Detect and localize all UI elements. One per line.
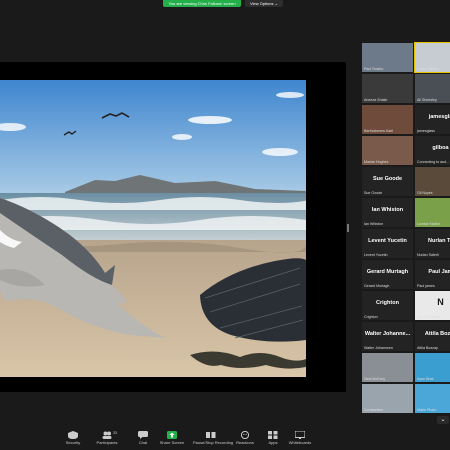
participant-display-name: Sue Goode bbox=[372, 176, 403, 182]
participant-display-name: Crighton bbox=[376, 300, 399, 306]
participant-caption: Aneeza Shakir bbox=[364, 98, 388, 102]
participant-caption: Marian Hughes bbox=[364, 160, 389, 164]
participant-tile[interactable]: Sue Goode Sue Goode bbox=[362, 167, 413, 196]
participant-caption: Ali Sheesley bbox=[417, 98, 437, 102]
meeting-toolbar: Security Participants 33 Chat Share Screen Pa… bbox=[0, 428, 450, 450]
participant-display-name: Levent Yucetin bbox=[368, 238, 407, 244]
participant-tile[interactable]: N Neil O'Mullane bbox=[415, 291, 450, 320]
security-button[interactable]: Security bbox=[55, 431, 91, 449]
participant-caption: Gerard Murtagh bbox=[364, 284, 390, 288]
panel-resize-handle[interactable] bbox=[347, 224, 349, 232]
screen-share-banner[interactable]: You are viewing Chris Fallows' screen bbox=[163, 0, 241, 7]
view-options-button[interactable]: View Options ⌄ bbox=[245, 0, 283, 7]
security-label: Security bbox=[65, 440, 81, 445]
whiteboards-button[interactable]: Whiteboards bbox=[282, 431, 318, 449]
shared-shark-photo bbox=[0, 80, 306, 377]
participant-caption: Crighton bbox=[364, 315, 378, 319]
participant-count-badge: 33 bbox=[113, 431, 117, 435]
participant-tile[interactable]: jamesgla jamesglass bbox=[415, 105, 450, 134]
participant-display-name: jamesgla bbox=[428, 114, 450, 120]
participant-caption: Connecting to aud... bbox=[417, 160, 450, 164]
gallery-scroll-down-button[interactable]: ⌄ bbox=[437, 416, 449, 424]
participant-tile[interactable]: Ali Sheesley bbox=[415, 74, 450, 103]
participant-tile[interactable]: Crighton Crighton bbox=[362, 291, 413, 320]
participant-caption: London Native bbox=[417, 222, 441, 226]
participant-display-name: Walter Johanne... bbox=[364, 331, 411, 337]
participant-tile[interactable]: London Native bbox=[415, 198, 450, 227]
participants-label: Participants bbox=[96, 440, 118, 445]
participant-tile[interactable]: Attila Bozza Attila Bozzay bbox=[415, 322, 450, 351]
participant-display-name: Gerard Murtagh bbox=[366, 269, 409, 275]
participant-caption: Neal McEvoy bbox=[364, 377, 386, 381]
participant-tile[interactable]: Bartholomew Kael bbox=[362, 105, 413, 134]
chat-icon bbox=[138, 431, 148, 439]
participant-caption: Chris Fallows bbox=[417, 67, 439, 71]
participant-tile[interactable]: Neal McEvoy bbox=[362, 353, 413, 382]
reaction-icon bbox=[240, 431, 250, 439]
participant-caption: Marie Pham bbox=[417, 408, 437, 412]
participant-caption: Ian Whiston bbox=[364, 222, 383, 226]
shield-icon bbox=[68, 431, 78, 439]
participant-display-name: gilboa bbox=[432, 145, 449, 151]
participant-tile[interactable]: Walter Johanne... Walter Johannsen bbox=[362, 322, 413, 351]
participant-tile[interactable]: Gerard Murtagh Gerard Murtagh bbox=[362, 260, 413, 289]
participant-caption: Attila Bozzay bbox=[417, 346, 438, 350]
participant-tile[interactable]: Aneeza Shakir bbox=[362, 74, 413, 103]
participant-caption: Levent Yucetin bbox=[364, 253, 388, 257]
record-icon bbox=[206, 432, 216, 438]
participant-tile[interactable]: Levent Yucetin Levent Yucetin bbox=[362, 229, 413, 258]
participant-display-name: N bbox=[437, 297, 444, 307]
participant-caption: Ayon Bhat bbox=[417, 377, 434, 381]
participant-tile[interactable]: Marian Hughes bbox=[362, 136, 413, 165]
participant-display-name: Nurlan Ta bbox=[428, 238, 450, 244]
share-screen-icon bbox=[167, 431, 177, 439]
participant-display-name: Paul Jam bbox=[428, 269, 450, 275]
participant-caption: Bartholomew Kael bbox=[364, 129, 394, 133]
participant-tile[interactable]: Constantine bbox=[362, 384, 413, 413]
participant-tile[interactable]: Nurlan Ta Nurlan Saferli bbox=[415, 229, 450, 258]
participant-caption: Nurlan Saferli bbox=[417, 253, 439, 257]
participant-tile[interactable]: Ian Whiston Ian Whiston bbox=[362, 198, 413, 227]
whiteboard-icon bbox=[295, 431, 305, 439]
participants-button[interactable]: Participants 33 bbox=[89, 431, 125, 449]
participant-tile[interactable]: Ayon Bhat bbox=[415, 353, 450, 382]
participant-tile[interactable]: Paul Rowbo bbox=[362, 43, 413, 72]
participant-caption: Constantine bbox=[364, 408, 384, 412]
participant-caption: Gil Noyes bbox=[417, 191, 433, 195]
participant-caption: Sue Goode bbox=[364, 191, 383, 195]
participant-caption: jamesglass bbox=[417, 129, 435, 133]
record-label: Pause/Stop Recording bbox=[193, 440, 234, 445]
participant-caption: Paul james bbox=[417, 284, 435, 288]
participant-tile[interactable]: Paul Jam Paul james bbox=[415, 260, 450, 289]
share-screen-button[interactable]: Share Screen bbox=[154, 431, 190, 449]
participant-display-name: Attila Bozza bbox=[424, 331, 450, 337]
participant-caption: Neil O'Mullane bbox=[417, 315, 441, 319]
participant-caption: Paul Rowbo bbox=[364, 67, 384, 71]
participant-tile[interactable]: Marie Pham bbox=[415, 384, 450, 413]
share-screen-label: Share Screen bbox=[159, 440, 185, 445]
participant-caption: Walter Johannsen bbox=[364, 346, 393, 350]
participant-tile[interactable]: Chris Fallows bbox=[414, 42, 450, 73]
apps-icon bbox=[268, 431, 278, 439]
participant-tile[interactable]: Gil Noyes bbox=[415, 167, 450, 196]
participant-display-name: Ian Whiston bbox=[371, 207, 404, 213]
record-button[interactable]: Pause/Stop Recording bbox=[193, 431, 234, 449]
participant-tile[interactable]: gilboa Connecting to aud... bbox=[415, 136, 450, 165]
people-icon bbox=[102, 431, 112, 439]
whiteboards-label: Whiteboards bbox=[288, 440, 312, 445]
